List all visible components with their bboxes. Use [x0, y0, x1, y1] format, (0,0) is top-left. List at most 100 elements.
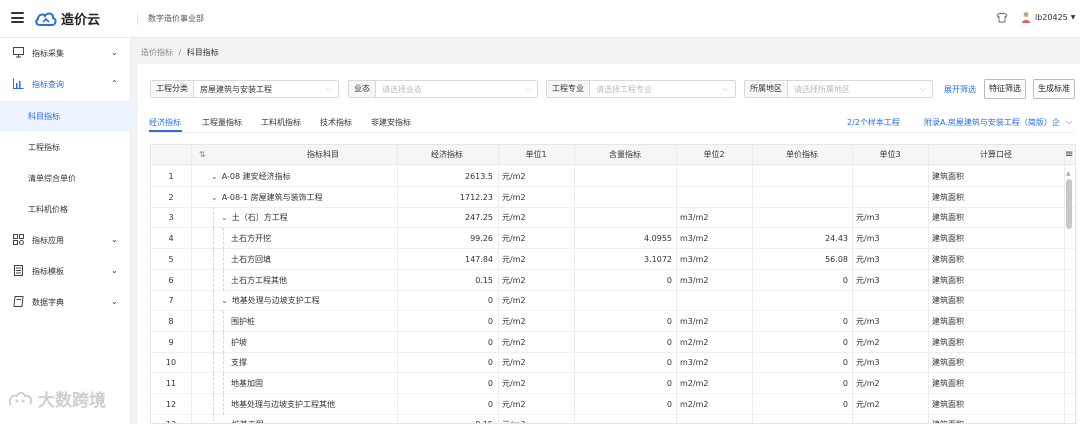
tree-guide-line: [213, 352, 214, 374]
watermark-logo-icon: [8, 391, 33, 406]
menu-toggle-icon[interactable]: [11, 12, 24, 23]
sidebar-subitem-label: 工程指标: [28, 143, 60, 152]
row-index: 13: [151, 414, 191, 423]
tab-economic[interactable]: 经济指标: [149, 117, 181, 128]
unit2-cell: m2/m2: [680, 379, 709, 388]
table-row[interactable]: 2 ⌄ A-08-1 房屋建筑与装饰工程 1712.23 元/m2 建筑面积: [151, 187, 1075, 208]
unit3-cell: 元/m3: [856, 213, 880, 223]
unit1-cell: 元/m2: [498, 414, 574, 423]
price-cell: 0: [842, 275, 848, 285]
unit3-cell: 元/m3: [856, 316, 880, 326]
table-row[interactable]: 3 ⌄ 土（石）方工程 247.25 元/m2 m3/m2 元/m3 建筑面积: [151, 207, 1075, 229]
tshirt-icon[interactable]: [996, 12, 1008, 23]
sidebar-subitem-subject[interactable]: 科目指标: [0, 101, 131, 131]
table-row[interactable]: 9 护坡 0 元/m2 0 m2/m2 0 元/m2 建筑面积: [151, 331, 1075, 353]
price-cell: [752, 166, 852, 187]
subject-cell: 土石方开挖: [227, 228, 397, 249]
table-row[interactable]: 6 土石方工程其他 0.15 元/m2 0 m3/m2 0 元/m3 建筑面积: [151, 269, 1075, 291]
sidebar-subitem-label: 工料机价格: [28, 205, 68, 214]
top-bar: 造价云 数字造价事业部 lb20425 ▼: [0, 0, 1080, 38]
vertical-scrollbar[interactable]: [1066, 179, 1072, 229]
subject-name: 桩基工程: [232, 420, 264, 423]
tab-quantity[interactable]: 工程量指标: [202, 117, 242, 128]
subject-cell: 围护桩: [227, 311, 397, 332]
chevron-down-icon[interactable]: ⌄: [221, 207, 228, 228]
tree-guide-line: [223, 352, 224, 374]
table-row[interactable]: 12 地基处理与边坡支护工程其他 0 元/m2 0 m2/m2 0 元/m2 建筑面积: [151, 393, 1075, 415]
chevron-down-icon[interactable]: ⌄: [211, 187, 218, 208]
content-cell: 0: [666, 316, 672, 326]
economic-cell: 99.26: [470, 234, 493, 244]
basis-cell: 建筑面积: [932, 213, 964, 223]
table-row[interactable]: 13 ⌄ 桩基工程 8.15元/m2 建筑面积: [151, 414, 1075, 423]
filter-region[interactable]: 所属地区 请选择所属地区 ⌵: [744, 80, 933, 98]
breadcrumb-current: 科目指标: [186, 48, 219, 57]
filter-project-category[interactable]: 工程分类 房屋建筑与安装工程 ⌵: [150, 80, 339, 98]
chevron-down-icon: ⌵: [919, 84, 926, 93]
sidebar-item-query[interactable]: 指标查询 ⌃: [0, 69, 131, 99]
sidebar-subitem-project[interactable]: 工程指标: [0, 132, 131, 162]
tab-non-construction[interactable]: 非建安指标: [371, 117, 411, 128]
unit1-cell: 元/m2: [502, 213, 526, 223]
basis-cell: 建筑面积: [932, 296, 964, 306]
table-row[interactable]: 4 土石方开挖 99.26 元/m2 4.0955 m3/m2 24.43 元/m3 建筑面积: [151, 228, 1075, 250]
sidebar-item-collect[interactable]: 指标采集 ⌄: [0, 38, 131, 68]
unit1-cell: 元/m2: [502, 358, 526, 368]
monitor-icon: [13, 47, 24, 58]
template-icon: [14, 265, 23, 276]
row-index: 7: [168, 296, 174, 306]
row-index: 10: [165, 358, 177, 368]
sidebar-subitem-material[interactable]: 工料机价格: [0, 194, 131, 224]
tab-material[interactable]: 工料机指标: [261, 117, 301, 128]
subject-name: 土（石）方工程: [231, 213, 288, 223]
table-row[interactable]: 1 ⌄ A-08 建安经济指标 2613.5 元/m2 建筑面积: [151, 166, 1075, 187]
filter-business-type[interactable]: 业态 请选择业态 ⌵: [348, 80, 538, 98]
chart-icon: [13, 78, 24, 89]
breadcrumb-root[interactable]: 造价指标: [141, 48, 173, 57]
chevron-down-icon: ⌄: [111, 235, 118, 244]
content-cell: 4.0955: [644, 234, 672, 244]
generate-standard-button[interactable]: 生成标准: [1033, 79, 1075, 99]
chevron-down-icon[interactable]: ⌄: [221, 290, 228, 311]
unit3-cell: [852, 290, 928, 311]
economic-cell: 147.84: [465, 254, 493, 264]
basis-cell: 建筑面积: [932, 275, 964, 285]
subject-cell: ⌄ 桩基工程: [217, 414, 397, 423]
chevron-down-icon[interactable]: ⌄: [211, 166, 218, 187]
table-row[interactable]: 8 围护桩 0 元/m2 0 m3/m2 0 元/m3 建筑面积: [151, 310, 1075, 332]
sample-projects-link[interactable]: 2/2个样本工程: [847, 117, 900, 128]
department-label: 数字造价事业部: [137, 13, 204, 25]
economic-cell: 0.15: [475, 275, 493, 285]
column-settings-icon[interactable]: ⇅: [195, 145, 207, 165]
sidebar-item-apply[interactable]: 指标应用 ⌄: [0, 225, 131, 255]
table-row[interactable]: 5 土石方回填 147.84 元/m2 3.1072 m3/m2 56.08 元/m3 建筑面积: [151, 248, 1075, 270]
unit3-cell: 元/m2: [856, 399, 880, 409]
sidebar-item-label: 数据字典: [32, 298, 64, 307]
unit1-cell: 元/m2: [502, 337, 526, 347]
chevron-down-icon[interactable]: ⌄: [221, 414, 228, 423]
sidebar-subitem-unitprice[interactable]: 清单综合单价: [0, 163, 131, 193]
chevron-down-icon[interactable]: ⌵: [1066, 117, 1072, 127]
table-row[interactable]: 7 ⌄ 地基处理与边坡支护工程 0 元/m2 建筑面积: [151, 290, 1075, 312]
feature-filter-button[interactable]: 特征筛选: [984, 79, 1026, 99]
filter-discipline[interactable]: 工程专业 请选择工程专业 ⌵: [546, 80, 736, 98]
table-row[interactable]: 11 地基加固 0 元/m2 0 m2/m2 0 元/m2 建筑面积: [151, 373, 1075, 394]
price-cell: 0: [842, 399, 848, 409]
scroll-up-icon[interactable]: ▲: [1066, 170, 1071, 177]
tab-divider: [149, 132, 1074, 133]
user-menu[interactable]: lb20425 ▼: [1020, 11, 1075, 23]
tree-guide-line: [213, 248, 214, 270]
sidebar-item-dictionary[interactable]: 数据字典 ⌄: [0, 287, 131, 317]
content-cell: [574, 166, 676, 187]
filter-value: 房屋建筑与安装工程: [200, 84, 272, 94]
expand-filter-link[interactable]: 展开筛选: [944, 84, 976, 95]
sidebar-item-template[interactable]: 指标模板 ⌄: [0, 256, 131, 286]
table-row[interactable]: 10 支撑 0 元/m2 0 m3/m2 0 元/m3 建筑面积: [151, 352, 1075, 374]
sidebar-item-label: 指标采集: [32, 49, 64, 58]
tree-guide-line: [223, 248, 224, 270]
subject-cell: ⌄ A-08-1 房屋建筑与装饰工程: [207, 187, 397, 208]
price-cell: 56.08: [825, 254, 848, 264]
price-cell: [752, 290, 852, 311]
appendix-select[interactable]: 附录A.房屋建筑与安装工程（简版）企: [924, 117, 1064, 128]
tab-technical[interactable]: 技术指标: [320, 117, 352, 128]
